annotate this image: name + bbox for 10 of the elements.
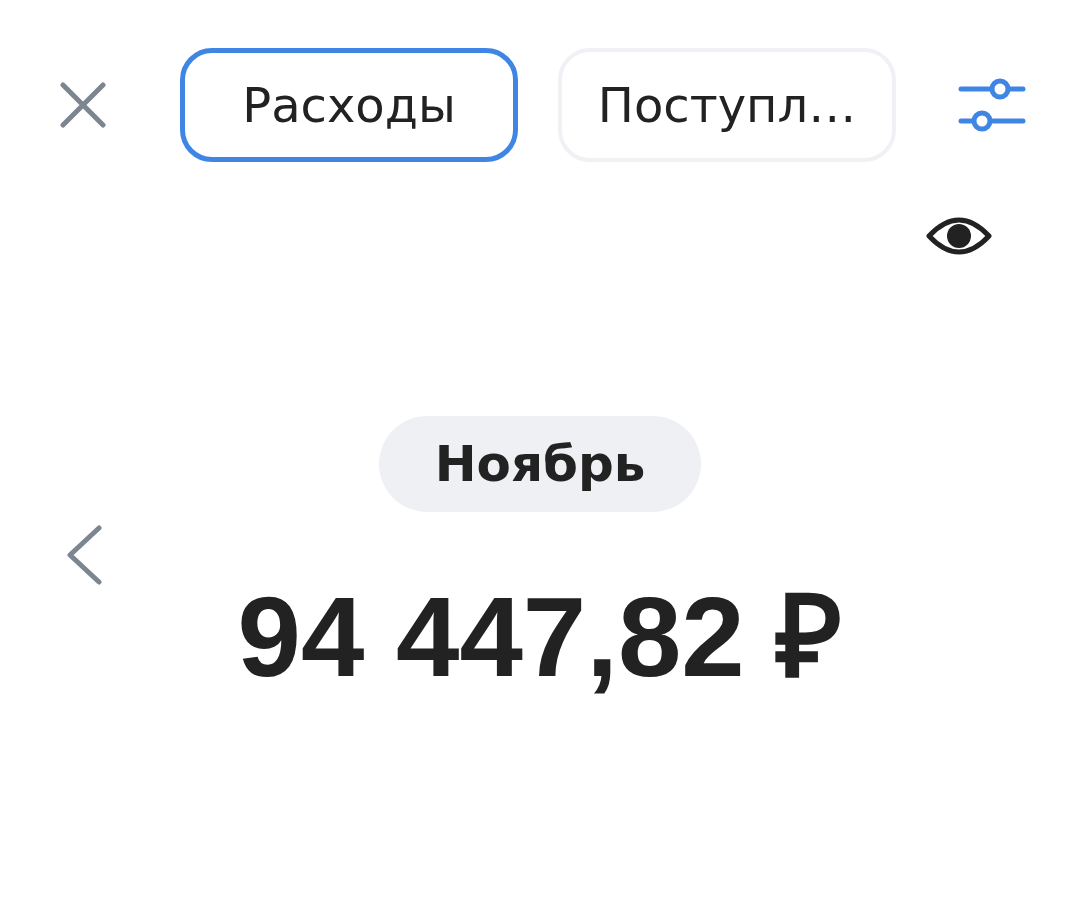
- chevron-left-icon: [65, 525, 103, 585]
- total-amount: 94 447,82 ₽: [237, 574, 843, 700]
- tab[interactable]: Поступл…: [558, 48, 896, 162]
- filter-button[interactable]: [958, 77, 1026, 133]
- close-icon: [60, 82, 106, 128]
- previous-button[interactable]: [65, 525, 103, 585]
- tab[interactable]: Расходы: [180, 48, 518, 162]
- month-selector[interactable]: Ноябрь: [379, 416, 701, 512]
- sliders-icon: [958, 77, 1026, 133]
- close-button[interactable]: [60, 82, 106, 128]
